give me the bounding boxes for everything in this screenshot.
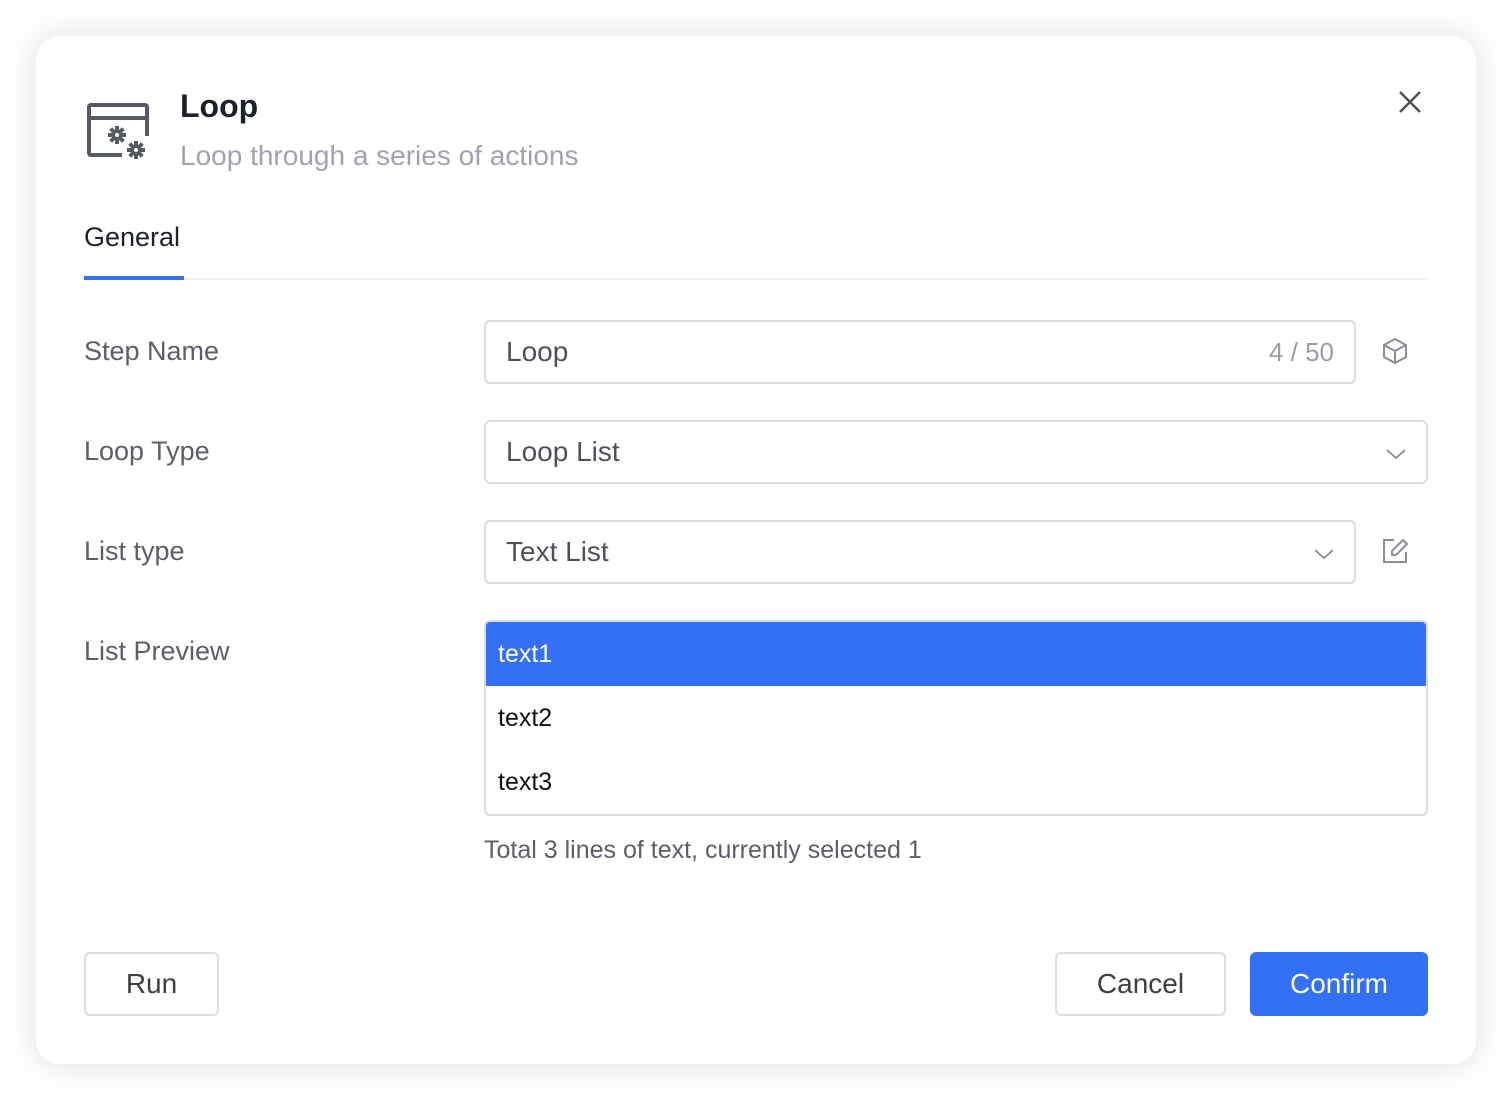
step-name-input[interactable]: Loop 4 / 50 [484,320,1356,384]
list-preview-hint: Total 3 lines of text, currently selecte… [484,836,922,864]
cube-icon[interactable] [1380,336,1410,366]
list-preview-label: List Preview [84,636,230,666]
confirm-button[interactable]: Confirm [1250,952,1428,1016]
loop-type-select[interactable]: Loop List [484,420,1428,484]
list-type-value: Text List [506,536,609,567]
tab-bar: General [84,216,1428,280]
list-preview: text1 text2 text3 [484,620,1428,816]
step-name-value: Loop [506,336,569,367]
char-counter: 4 / 50 [1268,336,1334,367]
tab-general[interactable]: General [84,222,180,273]
close-icon[interactable] [1394,86,1426,118]
loop-type-label: Loop Type [84,436,210,466]
chevron-down-icon [1386,449,1406,460]
chevron-down-icon [1314,549,1334,560]
tab-active-indicator [84,276,184,280]
run-button[interactable]: Run [84,952,219,1016]
list-item[interactable]: text3 [486,750,1426,814]
loop-type-value: Loop List [506,436,620,467]
window-gears-icon [87,103,152,164]
dialog-title: Loop [180,88,259,124]
list-type-label: List type [84,536,185,566]
list-type-select[interactable]: Text List [484,520,1356,584]
list-item[interactable]: text1 [486,622,1426,686]
cancel-button[interactable]: Cancel [1055,952,1226,1016]
list-item[interactable]: text2 [486,686,1426,750]
dialog-subtitle: Loop through a series of actions [180,140,579,171]
loop-dialog: Loop Loop through a series of actions Ge… [36,36,1476,1064]
step-name-label: Step Name [84,336,220,366]
edit-icon[interactable] [1380,536,1410,566]
